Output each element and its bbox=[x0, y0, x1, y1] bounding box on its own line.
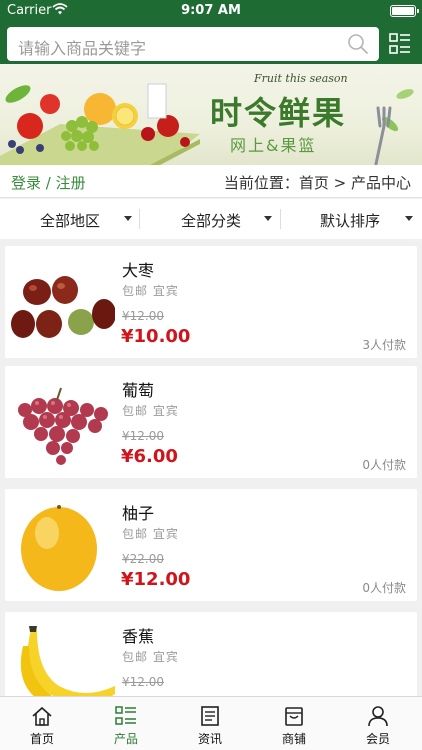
product-tags: 包邮 宜宾 bbox=[122, 650, 179, 664]
product-list-icon bbox=[115, 706, 136, 725]
grapes-image bbox=[9, 370, 115, 474]
sold-count: 0人付款 bbox=[362, 458, 406, 472]
chevron-down-icon bbox=[124, 216, 132, 221]
sale-price: ¥12.00 bbox=[121, 569, 191, 590]
original-price: ¥12.00 bbox=[122, 309, 164, 323]
news-icon bbox=[201, 706, 219, 726]
divider bbox=[139, 209, 140, 229]
product-name: 柚子 bbox=[122, 504, 155, 523]
chevron-down-icon bbox=[264, 216, 272, 221]
sale-price: ¥10.00 bbox=[121, 326, 191, 347]
product-card[interactable]: 柚子 包邮 宜宾 ¥22.00 ¥12.00 0人付款 bbox=[5, 489, 417, 601]
home-icon bbox=[32, 706, 52, 726]
product-name: 香蕉 bbox=[122, 627, 155, 646]
status-time: 9:07 AM bbox=[181, 3, 241, 18]
filter-sort[interactable]: 默认排序 bbox=[282, 199, 422, 239]
tab-home[interactable]: 首页 bbox=[0, 697, 84, 750]
search-placeholder: 请输入商品关键字 bbox=[18, 39, 147, 58]
tab-news[interactable]: 资讯 bbox=[168, 697, 252, 750]
breadcrumb: 当前位置：首页 > 产品中心 bbox=[223, 174, 411, 192]
battery-icon bbox=[390, 5, 419, 17]
product-tags: 包邮 宜宾 bbox=[122, 404, 179, 418]
sold-count: 0人付款 bbox=[362, 581, 406, 595]
product-name: 葡萄 bbox=[122, 381, 155, 400]
bottom-tab-bar: 首页 产品 资讯 商铺 会员 bbox=[0, 696, 422, 750]
filter-category[interactable]: 全部分类 bbox=[141, 199, 281, 239]
tab-products[interactable]: 产品 bbox=[84, 697, 168, 750]
product-tags: 包邮 宜宾 bbox=[122, 527, 179, 541]
breadcrumb-bar: 登录 / 注册 当前位置：首页 > 产品中心 bbox=[0, 165, 422, 198]
product-card[interactable]: 大枣 包邮 宜宾 ¥12.00 ¥10.00 3人付款 bbox=[5, 246, 417, 358]
product-tags: 包邮 宜宾 bbox=[122, 284, 179, 298]
filter-sort-label: 默认排序 bbox=[320, 212, 381, 230]
search-icon[interactable] bbox=[347, 33, 369, 55]
banner-title: 时令鲜果 bbox=[210, 94, 347, 132]
pomelo-image bbox=[9, 493, 115, 597]
tab-shop-label: 商铺 bbox=[281, 732, 306, 746]
category-menu-icon[interactable] bbox=[389, 32, 411, 56]
app-header: Carrier 9:07 AM 请输入商品关键字 bbox=[0, 0, 422, 64]
tab-member-label: 会员 bbox=[365, 732, 390, 746]
promo-banner[interactable]: Fruit this season 时令鲜果 网上&果篮 bbox=[0, 64, 422, 165]
member-icon bbox=[368, 706, 388, 727]
banner-english-title: Fruit this season bbox=[254, 72, 348, 85]
original-price: ¥12.00 bbox=[122, 675, 164, 689]
tab-member[interactable]: 会员 bbox=[336, 697, 420, 750]
filter-category-label: 全部分类 bbox=[181, 212, 242, 230]
product-name: 大枣 bbox=[122, 261, 155, 280]
shop-icon bbox=[285, 707, 303, 726]
divider bbox=[280, 209, 281, 229]
jujube-image bbox=[9, 250, 115, 354]
sale-price: ¥6.00 bbox=[121, 446, 178, 467]
chevron-down-icon bbox=[405, 216, 413, 221]
filter-region[interactable]: 全部地区 bbox=[0, 199, 140, 239]
search-input[interactable]: 请输入商品关键字 bbox=[7, 27, 379, 61]
original-price: ¥22.00 bbox=[122, 552, 164, 566]
tab-news-label: 资讯 bbox=[197, 732, 222, 746]
status-bar: Carrier 9:07 AM bbox=[0, 0, 422, 22]
login-register-link[interactable]: 登录 / 注册 bbox=[11, 172, 86, 193]
original-price: ¥12.00 bbox=[122, 429, 164, 443]
filter-bar: 全部地区 全部分类 默认排序 bbox=[0, 199, 422, 239]
sold-count: 3人付款 bbox=[362, 338, 406, 352]
banner-subtitle: 网上&果篮 bbox=[230, 136, 317, 155]
tab-shop[interactable]: 商铺 bbox=[252, 697, 336, 750]
tab-products-label: 产品 bbox=[113, 732, 138, 746]
filter-region-label: 全部地区 bbox=[40, 212, 101, 230]
tab-home-label: 首页 bbox=[29, 732, 54, 746]
product-card[interactable]: 葡萄 包邮 宜宾 ¥12.00 ¥6.00 0人付款 bbox=[5, 366, 417, 478]
